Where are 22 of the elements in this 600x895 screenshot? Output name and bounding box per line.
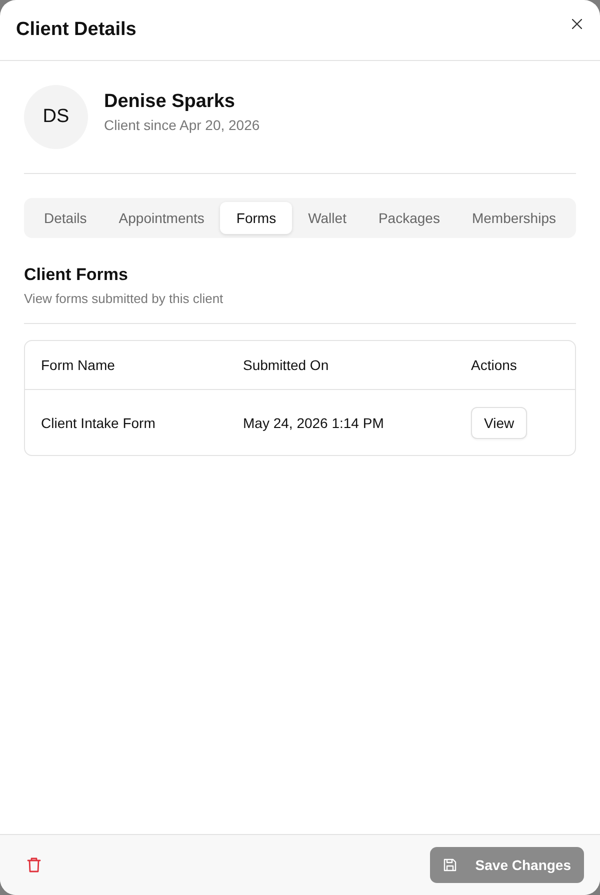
avatar: DS <box>24 85 88 149</box>
delete-button[interactable] <box>27 857 41 873</box>
column-header: Submitted On <box>243 357 329 373</box>
close-icon <box>572 19 582 29</box>
tab[interactable]: Details <box>28 202 103 234</box>
section-subtitle: View forms submitted by this client <box>24 291 224 306</box>
column-header: Form Name <box>41 357 115 373</box>
section-title: Client Forms <box>24 265 129 285</box>
trash-icon <box>27 857 41 873</box>
table-cell: Client Intake Form <box>41 414 156 430</box>
view-button[interactable]: View <box>471 406 528 438</box>
client-name: Denise Sparks <box>104 91 236 113</box>
tab[interactable]: Memberships <box>456 202 572 234</box>
table-cell: May 24, 2026 1:14 PM <box>243 414 384 430</box>
tab[interactable]: Wallet <box>292 202 362 234</box>
tab[interactable]: Packages <box>362 202 456 234</box>
tab[interactable]: Forms <box>220 202 292 234</box>
column-header: Actions <box>471 357 517 373</box>
dialog-title: Client Details <box>16 19 136 41</box>
tab[interactable]: Appointments <box>102 202 220 234</box>
close-button[interactable] <box>572 19 582 29</box>
client-since: Client since Apr 20, 2026 <box>104 117 260 133</box>
